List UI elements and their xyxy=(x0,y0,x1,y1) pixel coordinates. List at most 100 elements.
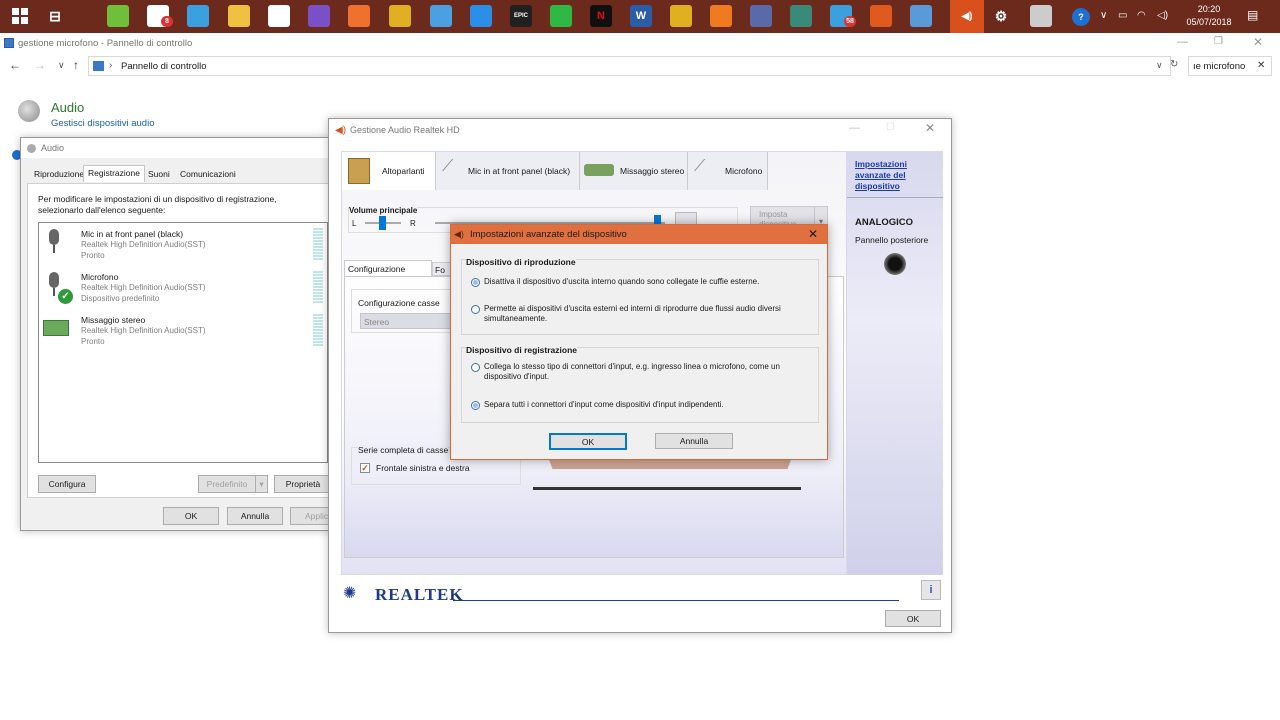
device-driver: Realtek High Definition Audio(SST) xyxy=(81,326,206,335)
device-status: Dispositivo predefinito xyxy=(81,294,160,303)
set-default-button[interactable]: Predefinito xyxy=(198,475,256,493)
chevron-up-icon[interactable]: ∨ xyxy=(1100,10,1107,21)
netflix-icon[interactable]: N xyxy=(590,5,612,27)
display-icon[interactable] xyxy=(910,5,932,27)
recording-option-radio[interactable] xyxy=(471,401,480,410)
info-button[interactable]: i xyxy=(921,580,941,600)
avast-icon[interactable] xyxy=(710,5,732,27)
mouse-icon[interactable] xyxy=(1030,5,1052,27)
address-dropdown-icon[interactable]: ∨ xyxy=(1156,60,1163,71)
realtek-side-panel: Impostazioni avanzate del dispositivo AN… xyxy=(847,151,943,575)
folder-icon[interactable] xyxy=(228,5,250,27)
realtek-close-button[interactable]: ✕ xyxy=(925,121,935,135)
badge: 8 xyxy=(161,16,173,27)
chrome-icon[interactable] xyxy=(389,5,411,27)
maximize-button[interactable]: ❐ xyxy=(1214,36,1223,47)
breadcrumb[interactable]: Pannello di controllo xyxy=(121,61,207,72)
advanced-ok-button[interactable]: OK xyxy=(549,433,627,450)
refresh-icon[interactable]: ↻ xyxy=(1170,59,1178,70)
subtab-configurazione[interactable]: Configurazione casse xyxy=(344,260,432,284)
subtab-formato[interactable]: Fo xyxy=(432,262,452,276)
tab-altoparlanti[interactable]: Altoparlanti xyxy=(342,152,436,190)
whatsapp-icon[interactable] xyxy=(550,5,572,27)
tab-missaggio[interactable]: Missaggio stereo xyxy=(580,152,688,190)
visual-studio-icon[interactable] xyxy=(308,5,330,27)
speaker-icon[interactable]: ◀) xyxy=(950,0,984,33)
clear-search-icon[interactable]: ✕ xyxy=(1257,60,1265,71)
properties-button[interactable]: Proprietà xyxy=(274,475,332,493)
advanced-cancel-button[interactable]: Annulla xyxy=(655,433,733,449)
browser-icon[interactable] xyxy=(870,5,892,27)
tab-comunicazioni[interactable]: Comunicazioni xyxy=(175,166,241,182)
jack-icon[interactable] xyxy=(884,253,906,275)
recording-option-label[interactable]: Separa tutti i connettori d'input come d… xyxy=(484,400,814,410)
playback-option-label[interactable]: Permette ai dispositivi d'uscita esterni… xyxy=(484,304,814,324)
explorer-title: gestione microfono - Pannello di control… xyxy=(18,38,193,49)
recording-option-radio[interactable] xyxy=(471,363,480,372)
settings-icon[interactable]: ⚙ xyxy=(990,5,1012,27)
recording-option-label[interactable]: Collega lo stesso tipo di connettori d'i… xyxy=(484,362,814,382)
manage-devices-link[interactable]: Gestisci dispositivi audio xyxy=(51,118,155,129)
front-lr-checkbox[interactable]: ✓ xyxy=(360,463,370,473)
task-view-icon[interactable]: ⊟ xyxy=(44,5,66,27)
search-input[interactable]: ıe microfono ✕ xyxy=(1188,56,1272,76)
device-list[interactable]: Mic in at front panel (black) Realtek Hi… xyxy=(38,222,328,463)
chrome-2-icon[interactable] xyxy=(670,5,692,27)
tab-mic-front[interactable]: ⟋ Mic in at front panel (black) xyxy=(436,152,580,190)
tab-riproduzione[interactable]: Riproduzione xyxy=(29,166,89,182)
speaker-title-icon: ◀) xyxy=(335,124,347,136)
advanced-settings-link[interactable]: Impostazioni avanzate del dispositivo xyxy=(855,159,935,192)
tab-microfono[interactable]: ⟋ Microfono xyxy=(688,152,768,190)
tab-microfono-label: Microfono xyxy=(725,166,763,176)
wifi-icon[interactable]: ◠ xyxy=(1137,10,1146,21)
playback-option-label[interactable]: Disattiva il dispositivo d'uscita intern… xyxy=(484,277,814,287)
epic-games-icon[interactable]: EPIC xyxy=(510,5,532,27)
volume-icon[interactable]: ◁) xyxy=(1157,10,1168,21)
audio-tab-panel: Per modificare le impostazioni di un dis… xyxy=(27,183,333,498)
audio-heading[interactable]: Audio xyxy=(51,100,84,115)
realtek-minimize-button[interactable]: — xyxy=(849,122,860,134)
help-icon[interactable]: ? xyxy=(1072,8,1090,26)
monitor-icon[interactable] xyxy=(750,5,772,27)
side-divider xyxy=(847,197,943,198)
remote-desktop-icon[interactable] xyxy=(430,5,452,27)
word-icon[interactable]: W xyxy=(630,5,652,27)
forward-icon[interactable]: → xyxy=(34,58,46,72)
balance-thumb[interactable] xyxy=(379,216,386,230)
instructions: Per modificare le impostazioni di un dis… xyxy=(38,194,277,215)
notes-icon[interactable] xyxy=(187,5,209,27)
battery-icon[interactable]: ▭ xyxy=(1118,10,1127,21)
clock[interactable]: 20:20 05/07/2018 xyxy=(1180,4,1238,27)
realtek-titlebar: ◀) Gestione Audio Realtek HD — ☐ ✕ xyxy=(329,119,951,141)
notification-icon[interactable]: ▤ xyxy=(1247,8,1258,22)
tab-registrazione[interactable]: Registrazione xyxy=(83,165,145,182)
device-row[interactable]: Missaggio stereo Realtek High Definition… xyxy=(39,313,327,353)
app-icon[interactable] xyxy=(790,5,812,27)
minimize-button[interactable]: — xyxy=(1177,36,1188,48)
configure-button[interactable]: Configura xyxy=(38,475,96,493)
tab-suoni[interactable]: Suoni xyxy=(143,166,175,182)
start-icon[interactable] xyxy=(9,5,31,27)
control-panel-small-icon xyxy=(93,61,104,71)
dropbox-icon[interactable] xyxy=(268,5,290,27)
realtek-ok-button[interactable]: OK xyxy=(885,610,941,627)
ok-button[interactable]: OK xyxy=(163,507,219,525)
audio-tabs: Riproduzione Registrazione Suoni Comunic… xyxy=(27,165,333,184)
cancel-button[interactable]: Annulla xyxy=(227,507,283,525)
edge-icon[interactable] xyxy=(470,5,492,27)
up-icon[interactable]: ↑ xyxy=(73,58,79,72)
photo-icon[interactable] xyxy=(348,5,370,27)
close-button[interactable]: ✕ xyxy=(1253,35,1263,49)
advanced-close-button[interactable]: ✕ xyxy=(808,227,818,241)
realtek-maximize-button[interactable]: ☐ xyxy=(886,122,895,133)
playback-option-radio[interactable] xyxy=(471,278,480,287)
set-default-dropdown-icon[interactable]: ▾ xyxy=(255,475,268,493)
evernote-icon[interactable] xyxy=(107,5,129,27)
recent-chevron-icon[interactable]: ∨ xyxy=(58,60,65,71)
device-row[interactable]: Mic in at front panel (black) Realtek Hi… xyxy=(39,227,327,267)
address-field[interactable]: › Pannello di controllo ∨ xyxy=(88,56,1171,76)
device-row[interactable]: ✓ Microfono Realtek High Definition Audi… xyxy=(39,270,327,310)
clock-time: 20:20 xyxy=(1197,4,1221,14)
back-icon[interactable]: ← xyxy=(9,58,21,72)
playback-option-radio[interactable] xyxy=(471,305,480,314)
